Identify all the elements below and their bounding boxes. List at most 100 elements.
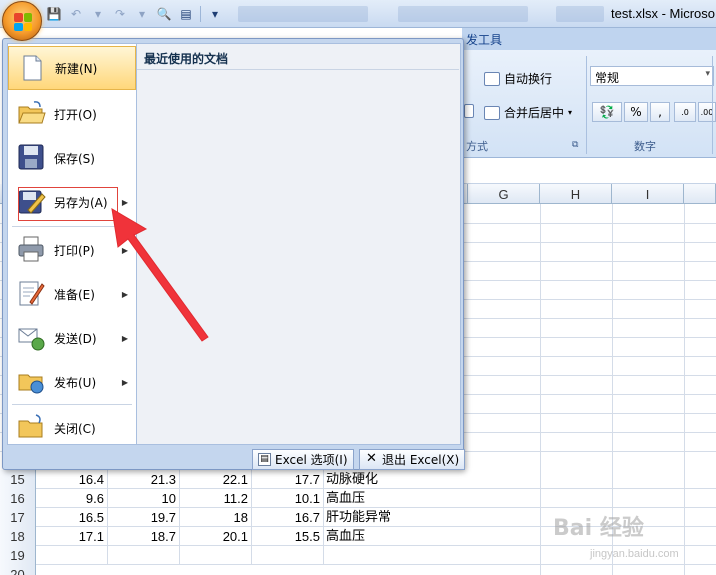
percent-label: % [630,105,642,119]
exit-excel-label: 退出 Excel(X) [382,453,460,467]
cell[interactable]: 10.1 [252,489,324,508]
alignment-group-label: 方式 [466,140,488,153]
table-row: 20 [0,565,716,575]
recent-documents-title: 最近使用的文档 [137,44,459,70]
cell[interactable]: 16.4 [36,470,108,489]
cell[interactable]: 15.5 [252,527,324,546]
formula-bar[interactable] [462,158,716,184]
cell[interactable] [324,546,468,565]
percent-button[interactable]: % [624,102,648,122]
number-group-label: 数字 [634,140,656,153]
cell[interactable]: 19.7 [108,508,180,527]
table-row: 15 16.4 21.3 22.1 17.7 动脉硬化 [0,470,716,489]
cell[interactable]: 11.2 [180,489,252,508]
row-header[interactable]: 18 [0,527,36,546]
table-row: 16 9.6 10 11.2 10.1 高血压 [0,489,716,508]
wrap-text-label: 自动换行 [504,72,553,86]
ribbon-separator [712,56,713,154]
menu-item-label: 打印(P) [54,243,95,258]
row-header[interactable]: 15 [0,470,36,489]
background-tab [398,6,528,22]
row-header[interactable]: 16 [0,489,36,508]
merge-center-label: 合并后居中 [504,106,565,120]
cell[interactable]: 20.1 [180,527,252,546]
cell[interactable] [252,546,324,565]
form-icon[interactable]: ▤ [176,5,196,23]
publish-icon [18,374,44,394]
menu-separator [12,404,132,405]
menu-item-label: 发送(D) [54,331,97,346]
number-format-value: 常规 [595,71,620,85]
watermark-url: jingyan.baidu.com [590,548,679,560]
cell[interactable]: 21.3 [108,470,180,489]
comma-button[interactable]: , [650,102,670,122]
cell[interactable]: 高血压 [324,527,468,546]
menu-item-label: 新建(N) [55,61,98,76]
redo-dropdown-icon[interactable]: ▾ [132,5,152,23]
align-right-button[interactable] [464,104,474,118]
save-icon[interactable]: 💾 [44,5,64,23]
cell[interactable] [180,546,252,565]
ribbon: 自动换行 合并后居中 ▾ 方式 ⧉ 常规 ▾ 💱 % , .0 .00 数字 [462,50,716,158]
redo-icon[interactable]: ↷ [110,5,130,23]
align-icon [464,104,474,118]
decrease-decimal-button[interactable]: .00 [698,102,716,122]
cell[interactable]: 高血压 [324,489,468,508]
cell[interactable]: 肝功能异常 [324,508,468,527]
cell[interactable] [108,546,180,565]
excel-options-button[interactable]: ▤ Excel 选项(I) [252,449,354,470]
merge-center-button[interactable]: 合并后居中 ▾ [484,104,572,121]
office-button[interactable] [2,1,42,41]
save-disk-icon [18,144,44,170]
ribbon-tabs: 发工具 [462,28,716,50]
number-format-select[interactable]: 常规 ▾ [590,66,714,86]
menu-item-publish[interactable]: 发布(U) ▶ [8,360,136,404]
cell[interactable]: 22.1 [180,470,252,489]
cell[interactable]: 16.5 [36,508,108,527]
open-folder-icon [18,101,46,124]
dialog-launcher-icon[interactable]: ⧉ [572,140,578,150]
row-header[interactable]: 17 [0,508,36,527]
qat-separator [200,6,201,22]
cell[interactable]: 18.7 [108,527,180,546]
cell[interactable]: 10 [108,489,180,508]
ribbon-separator [586,56,587,154]
undo-dropdown-icon[interactable]: ▾ [88,5,108,23]
column-header[interactable] [684,184,716,204]
increase-decimal-button[interactable]: .0 [674,102,696,122]
background-tab [238,6,368,22]
row-header[interactable]: 20 [0,565,36,575]
tab-developer[interactable]: 发工具 [466,31,502,48]
column-header-i[interactable]: I [612,184,684,204]
menu-item-label: 打开(O) [54,107,97,122]
office-logo-icon [14,13,32,31]
cell[interactable]: 18 [180,508,252,527]
column-header-h[interactable]: H [540,184,612,204]
customize-qat-icon[interactable]: ▾ [205,5,225,23]
close-icon: ✕ [366,451,377,466]
menu-item-open[interactable]: 打开(O) [8,92,136,136]
cell[interactable]: 9.6 [36,489,108,508]
undo-icon[interactable]: ↶ [66,5,86,23]
cell[interactable]: 16.7 [252,508,324,527]
cell[interactable]: 动脉硬化 [324,470,468,489]
menu-item-save[interactable]: 保存(S) [8,136,136,180]
row-header[interactable]: 19 [0,546,36,565]
new-document-icon [23,55,42,81]
cell[interactable] [36,546,108,565]
exit-excel-button[interactable]: ✕ 退出 Excel(X) [359,449,466,470]
menu-item-new[interactable]: 新建(N) [8,46,136,90]
prepare-icon [19,281,45,306]
menu-item-close[interactable]: 关闭(C) [8,406,136,450]
currency-button[interactable]: 💱 [592,102,622,122]
options-icon: ▤ [258,453,271,466]
send-icon [18,328,45,351]
background-tab [556,6,604,22]
cell[interactable]: 17.1 [36,527,108,546]
column-header-g[interactable]: G [468,184,540,204]
wrap-text-button[interactable]: 自动换行 [484,70,552,87]
submenu-arrow-icon: ▶ [121,377,128,387]
cell[interactable]: 17.7 [252,470,324,489]
wrap-text-icon [484,71,500,86]
print-preview-icon[interactable]: 🔍 [154,5,174,23]
